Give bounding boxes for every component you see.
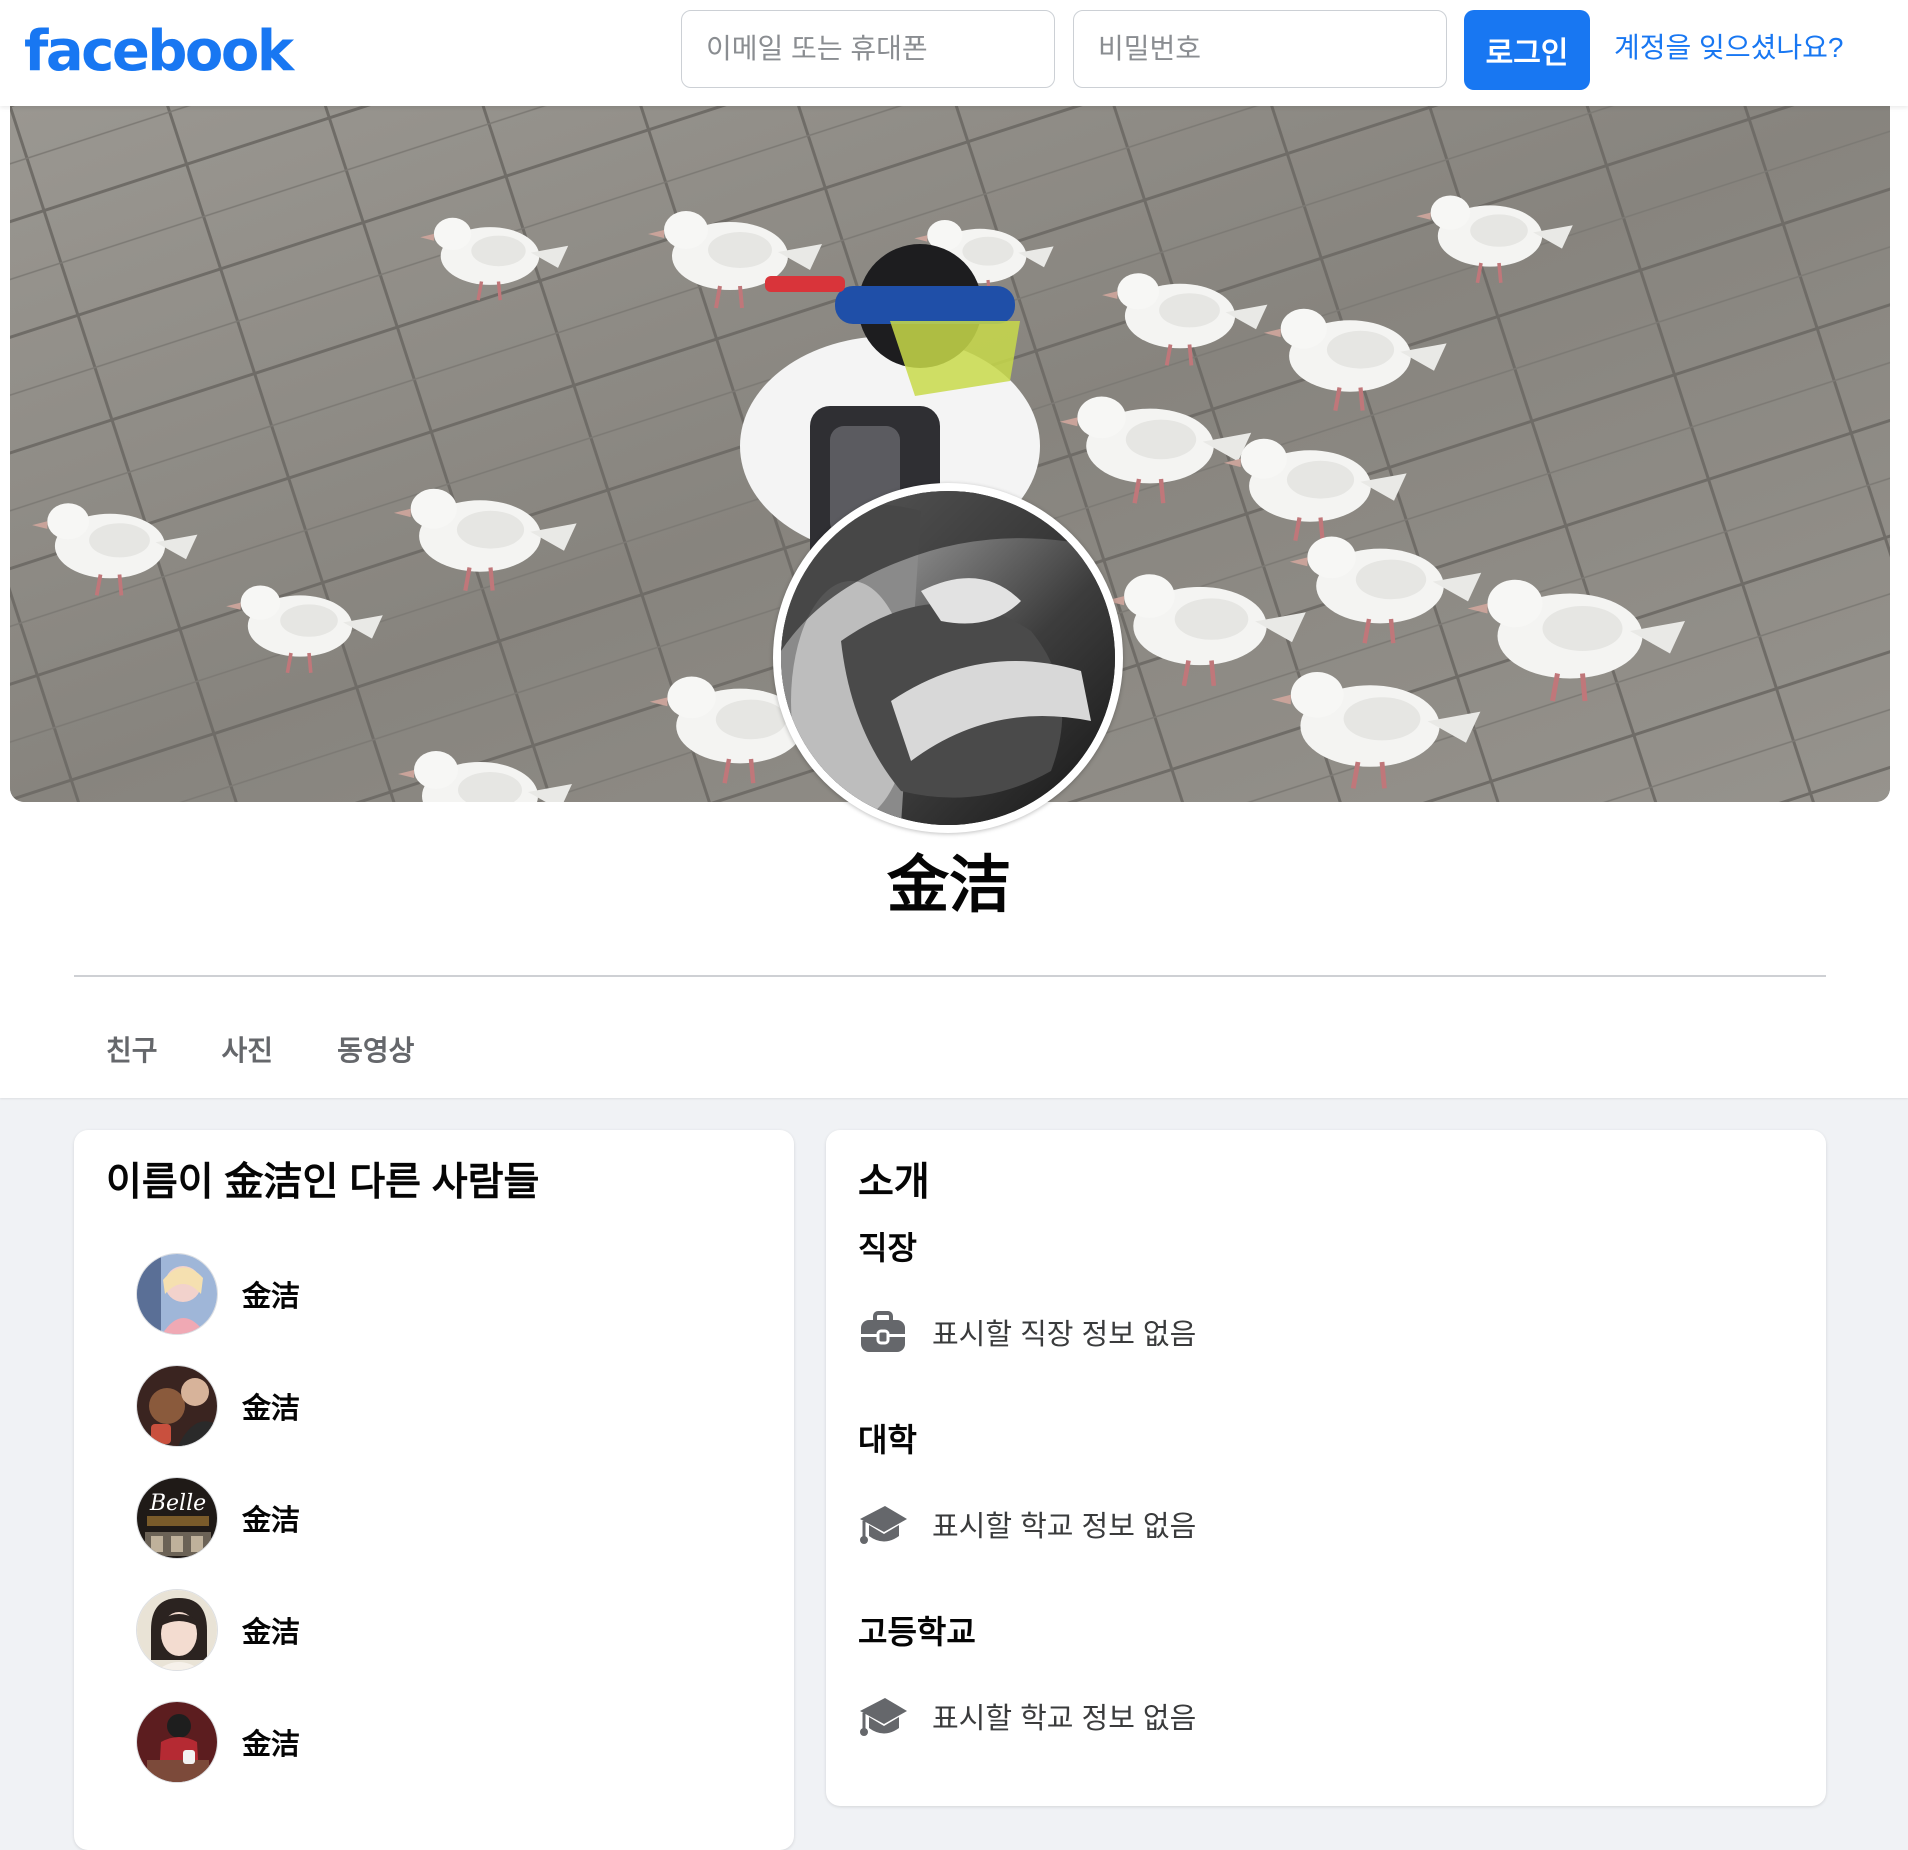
tab-friends[interactable]: 친구 (84, 1006, 180, 1096)
avatar-image (137, 1702, 217, 1782)
profile-name: 金洁 (886, 851, 1011, 920)
profile-tabs: 친구 사진 동영상 (84, 1006, 456, 1096)
other-people-title: 이름이 金洁인 다른 사람들 (106, 1161, 540, 1204)
avatar[interactable]: Belle (136, 1477, 218, 1559)
avatar[interactable] (136, 1589, 218, 1671)
high-school-heading: 고등학교 (858, 1614, 976, 1650)
avatar-image (137, 1590, 217, 1670)
high-school-row: 표시할 학교 정보 없음 (858, 1688, 1196, 1744)
tab-photos[interactable]: 사진 (200, 1006, 296, 1096)
person-name[interactable]: 金洁 (242, 1609, 300, 1651)
forgot-account-link[interactable]: 계정을 잊으셨나요? (1614, 28, 1843, 68)
list-item[interactable]: 金洁 (136, 1588, 300, 1672)
list-item[interactable]: Belle 金洁 (136, 1476, 300, 1560)
profile-header: 金洁 친구 사진 동영상 (0, 106, 1908, 1098)
workplace-heading: 직장 (858, 1230, 917, 1266)
person-name[interactable]: 金洁 (242, 1273, 300, 1315)
svg-text:Belle: Belle (149, 1491, 206, 1516)
list-item[interactable]: 金洁 (136, 1700, 300, 1784)
email-or-phone-input[interactable] (681, 10, 1055, 88)
avatar[interactable] (136, 1365, 218, 1447)
college-heading: 대학 (858, 1422, 917, 1458)
header-divider (74, 975, 1826, 977)
list-item[interactable]: 金洁 (136, 1252, 300, 1336)
high-school-empty-text: 표시할 학교 정보 없음 (932, 1703, 1197, 1735)
workplace-empty-text: 표시할 직장 정보 없음 (932, 1319, 1197, 1351)
briefcase-icon (861, 1311, 905, 1352)
avatar-image (137, 1366, 217, 1446)
profile-picture-image (781, 491, 1115, 825)
person-name[interactable]: 金洁 (242, 1497, 300, 1539)
avatar[interactable] (136, 1253, 218, 1335)
college-row: 표시할 학교 정보 없음 (858, 1496, 1196, 1552)
other-people-card: 이름이 金洁인 다른 사람들 金洁 金洁 Belle 金洁 金洁 金洁 (74, 1130, 794, 1850)
password-input[interactable] (1073, 10, 1447, 88)
intro-card: 소개 직장 표시할 직장 정보 없음 대학 표시할 학교 정보 없음 고등학교 … (826, 1130, 1826, 1806)
college-empty-text: 표시할 학교 정보 없음 (932, 1511, 1197, 1543)
graduation-cap-icon (860, 1506, 907, 1544)
facebook-logo[interactable]: facebook (24, 18, 294, 86)
avatar-image (137, 1254, 217, 1334)
avatar[interactable] (136, 1701, 218, 1783)
profile-picture (781, 491, 1115, 825)
graduation-cap-icon (860, 1698, 907, 1736)
avatar-image: Belle (137, 1478, 217, 1558)
person-name[interactable]: 金洁 (242, 1721, 300, 1763)
profile-picture-frame[interactable] (773, 483, 1123, 833)
tab-videos[interactable]: 동영상 (315, 1006, 436, 1096)
intro-title: 소개 (858, 1161, 930, 1204)
workplace-row: 표시할 직장 정보 없음 (858, 1304, 1196, 1360)
list-item[interactable]: 金洁 (136, 1364, 300, 1448)
top-navigation-bar: facebook 로그인 계정을 잊으셨나요? (0, 0, 1908, 106)
person-name[interactable]: 金洁 (242, 1385, 300, 1427)
login-button[interactable]: 로그인 (1464, 10, 1590, 90)
